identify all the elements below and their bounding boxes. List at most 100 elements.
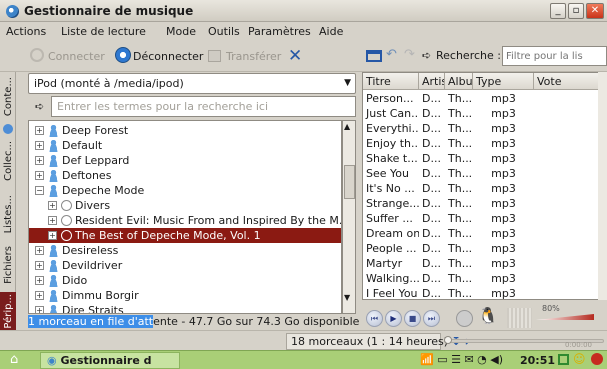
table-cell[interactable]: mp3 <box>473 91 534 106</box>
table-cell[interactable]: D... <box>419 106 445 121</box>
table-cell[interactable]: mp3 <box>473 271 534 286</box>
tab-collection[interactable]: Collec... <box>0 136 16 186</box>
table-cell[interactable]: Th... <box>445 241 473 256</box>
table-cell[interactable] <box>534 121 600 136</box>
table-cell[interactable]: D... <box>419 136 445 151</box>
expander-icon[interactable]: + <box>48 231 57 240</box>
tree-scroll-thumb[interactable] <box>344 165 355 199</box>
tree-row[interactable]: + Deep Forest <box>29 123 341 138</box>
table-cell[interactable] <box>534 91 600 106</box>
table-cell[interactable]: mp3 <box>473 226 534 241</box>
table-cell[interactable]: mp3 <box>473 106 534 121</box>
table-cell[interactable] <box>534 151 600 166</box>
tree-row[interactable]: + Dimmu Borgir <box>29 288 341 303</box>
expander-icon[interactable]: + <box>35 156 44 165</box>
device-dropdown[interactable]: iPod (monté à /media/ipod) ▼ <box>28 73 356 94</box>
table-cell[interactable] <box>534 241 600 256</box>
transfer-button[interactable]: Transférer <box>226 50 281 63</box>
table-cell[interactable]: See You <box>363 166 419 181</box>
expander-icon[interactable]: + <box>35 306 44 313</box>
minimize-button[interactable]: _ <box>550 3 566 19</box>
table-cell[interactable]: D... <box>419 151 445 166</box>
tab-playlists[interactable]: Listes... <box>0 190 16 238</box>
mute-icon[interactable] <box>456 310 473 327</box>
table-cell[interactable]: mp3 <box>473 196 534 211</box>
table-cell[interactable] <box>534 226 600 241</box>
volume-slider[interactable] <box>536 314 594 320</box>
tab-files[interactable]: Fichiers <box>0 242 16 288</box>
table-cell[interactable] <box>534 256 600 271</box>
forward-icon[interactable]: ↷ <box>404 47 415 62</box>
table-cell[interactable] <box>534 181 600 196</box>
table-cell[interactable]: Martyr <box>363 256 419 271</box>
table-cell[interactable]: mp3 <box>473 241 534 256</box>
expander-icon[interactable]: + <box>35 291 44 300</box>
expander-icon[interactable]: + <box>48 216 57 225</box>
desktop-icon[interactable] <box>558 354 569 365</box>
tree-row[interactable]: + Dido <box>29 273 341 288</box>
home-icon[interactable]: ⌂ <box>10 352 18 367</box>
expander-icon[interactable]: + <box>35 246 44 255</box>
table-cell[interactable]: Everythi... <box>363 121 419 136</box>
window-icon[interactable] <box>366 50 382 62</box>
expander-icon[interactable]: + <box>35 126 44 135</box>
tab-devices[interactable]: Périp... <box>0 292 16 330</box>
table-cell[interactable] <box>534 106 600 121</box>
table-cell[interactable]: Dream on <box>363 226 419 241</box>
table-cell[interactable]: Th... <box>445 136 473 151</box>
table-cell[interactable]: D... <box>419 226 445 241</box>
menu-actions[interactable]: Actions <box>6 25 46 38</box>
table-cell[interactable]: mp3 <box>473 136 534 151</box>
play-button[interactable]: ▶ <box>385 310 402 327</box>
menu-playlist[interactable]: Liste de lecture <box>61 25 146 38</box>
tree-row[interactable]: + Resident Evil: Music From and Inspired … <box>29 213 341 228</box>
stop-button[interactable]: ■ <box>404 310 421 327</box>
column-header[interactable]: Titre <box>363 73 419 90</box>
table-cell[interactable]: Th... <box>445 226 473 241</box>
table-cell[interactable]: Th... <box>445 121 473 136</box>
back-icon[interactable]: ↶ <box>386 47 397 62</box>
tree-row[interactable]: + Devildriver <box>29 258 341 273</box>
smiley-icon[interactable]: ☺ <box>573 352 586 366</box>
table-cell[interactable]: Th... <box>445 181 473 196</box>
table-cell[interactable]: Th... <box>445 211 473 226</box>
table-cell[interactable]: mp3 <box>473 166 534 181</box>
filter-input[interactable] <box>502 46 607 66</box>
table-cell[interactable]: D... <box>419 271 445 286</box>
table-cell[interactable]: mp3 <box>473 286 534 299</box>
table-cell[interactable]: D... <box>419 91 445 106</box>
tab-context[interactable]: Conte... <box>0 72 16 122</box>
table-cell[interactable]: mp3 <box>473 211 534 226</box>
expander-icon[interactable]: − <box>35 186 44 195</box>
column-header[interactable]: Artis <box>419 73 445 90</box>
tree-row[interactable]: − Depeche Mode <box>29 183 341 198</box>
tree-row[interactable]: + The Best of Depeche Mode, Vol. 1 <box>29 228 341 243</box>
table-cell[interactable]: Th... <box>445 151 473 166</box>
tree-scrollbar[interactable]: ▲ ▼ <box>342 120 356 314</box>
maximize-button[interactable]: ▫ <box>568 3 584 19</box>
expander-icon[interactable]: + <box>35 141 44 150</box>
table-cell[interactable]: Just Can... <box>363 106 419 121</box>
table-cell[interactable] <box>534 166 600 181</box>
table-cell[interactable]: D... <box>419 211 445 226</box>
table-cell[interactable]: Enjoy th... <box>363 136 419 151</box>
table-cell[interactable]: Th... <box>445 271 473 286</box>
table-cell[interactable] <box>534 136 600 151</box>
menu-settings[interactable]: Paramètres <box>248 25 311 38</box>
expander-icon[interactable]: + <box>35 171 44 180</box>
tree-row[interactable]: + Dire Straits <box>29 303 341 313</box>
tree-row[interactable]: + Desireless <box>29 243 341 258</box>
table-cell[interactable]: mp3 <box>473 151 534 166</box>
table-cell[interactable]: D... <box>419 181 445 196</box>
expander-icon[interactable]: + <box>48 201 57 210</box>
table-cell[interactable]: Th... <box>445 286 473 299</box>
table-cell[interactable]: Th... <box>445 166 473 181</box>
table-cell[interactable]: D... <box>419 196 445 211</box>
menu-mode[interactable]: Mode <box>166 25 196 38</box>
table-scrollbar[interactable] <box>598 72 607 300</box>
expander-icon[interactable]: + <box>35 276 44 285</box>
disconnect-button[interactable]: Déconnecter <box>133 50 203 63</box>
column-header[interactable]: Type <box>473 73 534 90</box>
scroll-down-icon[interactable]: ▼ <box>344 293 350 302</box>
table-cell[interactable]: Walking... <box>363 271 419 286</box>
